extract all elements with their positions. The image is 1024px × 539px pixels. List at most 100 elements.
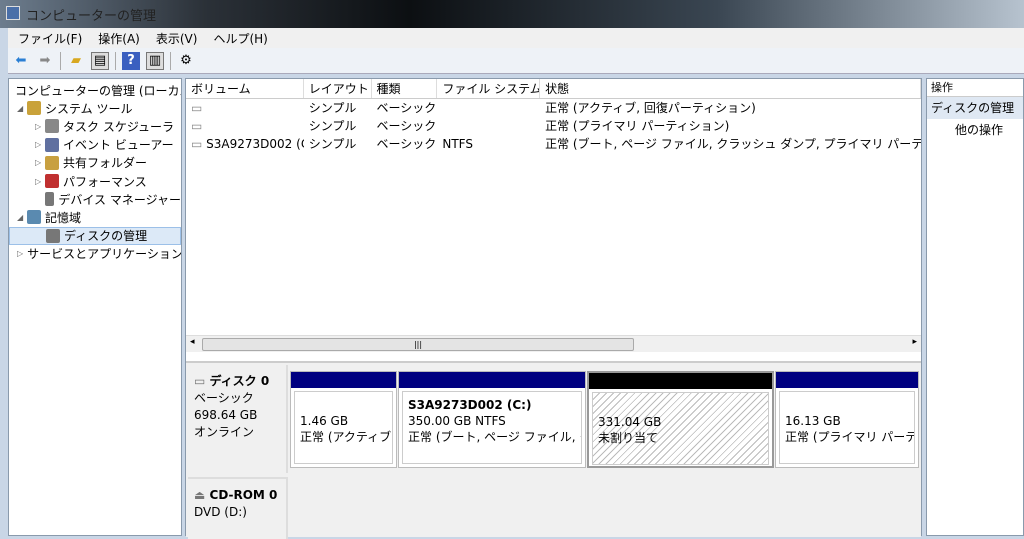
back-icon[interactable]: ⬅ <box>12 52 30 70</box>
column-filesystem[interactable]: ファイル システム <box>437 79 541 98</box>
partition-size: 16.13 GB <box>785 414 841 428</box>
help-icon[interactable]: ? <box>122 51 140 70</box>
tree-item[interactable]: ▷ イベント ビューアー <box>9 136 181 154</box>
volume-cell: シンプル <box>308 119 357 133</box>
partition-color-bar <box>399 372 585 388</box>
partition-status: 正常 (プライマリ パーティション) <box>785 430 914 444</box>
column-volume[interactable]: ボリューム <box>186 79 304 98</box>
show-hide-tree-icon[interactable]: ▤ <box>91 51 109 70</box>
tree-item-label: デバイス マネージャー <box>58 192 181 207</box>
expander-icon[interactable]: ▷ <box>35 177 45 186</box>
tree-item-label: システム ツール <box>45 101 133 116</box>
partition-status: 正常 (アクティブ, 回復パーティション) <box>300 430 393 444</box>
tree-item-label: 記憶域 <box>45 210 82 225</box>
disk-icon: ▭ <box>194 374 210 388</box>
expander-icon[interactable]: ▷ <box>35 158 45 167</box>
drive-icon: ▭ <box>191 119 203 133</box>
tree-item[interactable]: ◢ 記憶域 <box>9 208 181 226</box>
tree-item[interactable]: ▷ パフォーマンス <box>9 172 181 190</box>
title-bar: コンピューターの管理 <box>0 0 1024 28</box>
horizontal-scrollbar[interactable]: ||| ▸ ◂ <box>186 335 921 352</box>
tree-item-label: イベント ビューアー <box>63 138 174 153</box>
partition-body: 331.04 GB 未割り当て <box>592 392 769 465</box>
partition-block[interactable]: S3A9273D002 (C:) 350.00 GB NTFS 正常 (ブート, ペ… <box>398 371 586 468</box>
volume-row[interactable]: ▭ S3A9273D002 (C:) シンプル ベーシック NTFS 正常 (ブート, … <box>186 135 921 153</box>
menu-bar: ファイル(F) 操作(A) 表示(V) ヘルプ(H) <box>8 28 1024 48</box>
tree-node-icon <box>46 228 60 243</box>
tree-item-label: 共有フォルダー <box>63 156 148 171</box>
volume-cell: NTFS <box>442 137 473 151</box>
menu-help[interactable]: ヘルプ(H) <box>213 30 267 47</box>
partition-block[interactable]: 1.46 GB 正常 (アクティブ, 回復パーティション) <box>290 371 397 468</box>
tree-item[interactable]: ◢ システム ツール <box>9 99 181 117</box>
column-status[interactable]: 状態 <box>540 79 921 98</box>
tree-item[interactable]: コンピューターの管理 (ローカル) <box>9 81 181 99</box>
column-type[interactable]: 種類 <box>372 79 438 98</box>
disk-size: 698.64 GB <box>194 408 258 422</box>
partition-name <box>785 397 909 413</box>
volume-cell: S3A9273D002 (C:) <box>206 137 304 151</box>
forward-icon[interactable]: ➡ <box>36 52 54 70</box>
partition-body: 1.46 GB 正常 (アクティブ, 回復パーティション) <box>294 391 393 464</box>
partition-status: 未割り当て <box>598 431 659 445</box>
tree-item-label: サービスとアプリケーション <box>27 247 182 262</box>
up-folder-icon[interactable]: ▰ <box>67 52 85 70</box>
partition-name <box>300 397 387 413</box>
partition-block[interactable]: 331.04 GB 未割り当て <box>587 371 774 468</box>
disk-graphical-view: ▭ ディスク 0 ベーシック 698.64 GB オンライン 1.46 GB 正常… <box>186 361 921 539</box>
toolbar: ⬅ ➡ ▰ ▤ ? ▥ ⚙ <box>8 48 1024 74</box>
tree-item[interactable]: ディスクの管理 <box>9 226 181 245</box>
menu-file[interactable]: ファイル(F) <box>18 30 82 47</box>
cdrom-icon: ⏏ <box>194 488 210 502</box>
volume-cell <box>437 117 540 135</box>
tree-item[interactable]: ▷ 共有フォルダー <box>9 154 181 172</box>
expander-icon[interactable]: ▷ <box>35 122 45 131</box>
menu-action[interactable]: 操作(A) <box>98 30 140 47</box>
tree-node-icon <box>27 101 41 116</box>
tree-item-label: コンピューターの管理 (ローカル) <box>15 83 182 98</box>
tree-node-icon <box>45 174 59 189</box>
volume-row[interactable]: ▭ シンプル ベーシック 正常 (アクティブ, 回復パーティション) <box>186 99 921 117</box>
volume-cell <box>437 99 540 117</box>
more-actions-link[interactable]: 他の操作 <box>927 119 1023 141</box>
cdrom-name: CD-ROM 0 <box>209 488 278 502</box>
menu-view[interactable]: 表示(V) <box>156 30 198 47</box>
computer-management-icon <box>6 6 20 20</box>
show-hide-action-pane-icon[interactable]: ▥ <box>146 51 164 70</box>
disk-type: ベーシック <box>194 391 254 405</box>
drive-icon: ▭ <box>191 137 203 151</box>
partition-size: 350.00 GB NTFS <box>408 414 506 428</box>
tree-node-icon <box>45 119 59 134</box>
tree-item[interactable]: デバイス マネージャー <box>9 190 181 208</box>
tree-item-label: タスク スケジューラ <box>63 119 174 134</box>
volume-cell: シンプル <box>308 137 357 151</box>
tree-item[interactable]: ▷ タスク スケジューラ <box>9 117 181 135</box>
disk-0-info[interactable]: ▭ ディスク 0 ベーシック 698.64 GB オンライン <box>188 365 288 473</box>
volume-cell: ▭ S3A9273D002 (C:) <box>186 135 304 153</box>
volume-list-pane: ボリューム レイアウト 種類 ファイル システム 状態 ▭ シンプル ベーシック正… <box>185 78 922 539</box>
tree-item-label: ディスクの管理 <box>64 229 148 244</box>
tree-node-icon <box>27 210 41 225</box>
partition-block[interactable]: 16.13 GB 正常 (プライマリ パーティション) <box>775 371 919 468</box>
volume-row[interactable]: ▭ シンプル ベーシック 正常 (プライマリ パーティション) <box>186 117 921 135</box>
partition-color-bar <box>291 372 396 388</box>
separator <box>60 51 61 70</box>
tree-item-label: パフォーマンス <box>63 174 147 189</box>
cdrom-0-info[interactable]: ⏏ CD-ROM 0 DVD (D:) <box>188 477 288 539</box>
expander-icon[interactable]: ▷ <box>17 249 23 258</box>
expander-icon[interactable]: ◢ <box>17 213 27 222</box>
properties-icon[interactable]: ⚙ <box>177 52 195 70</box>
expander-icon[interactable]: ◢ <box>17 104 27 113</box>
separator <box>115 51 116 70</box>
tree-node-icon <box>45 137 59 152</box>
separator <box>170 51 171 70</box>
column-layout[interactable]: レイアウト <box>304 79 372 98</box>
action-section-disk-management[interactable]: ディスクの管理 <box>927 97 1023 119</box>
partition-color-bar <box>589 373 772 389</box>
scroll-thumb[interactable]: ||| <box>202 338 634 351</box>
expander-icon[interactable]: ▷ <box>35 140 45 149</box>
action-pane: 操作 ディスクの管理 他の操作 <box>926 78 1024 536</box>
drive-icon: ▭ <box>191 101 203 115</box>
tree-item[interactable]: ▷ サービスとアプリケーション <box>9 245 181 263</box>
volume-cell: ▭ <box>186 117 304 135</box>
